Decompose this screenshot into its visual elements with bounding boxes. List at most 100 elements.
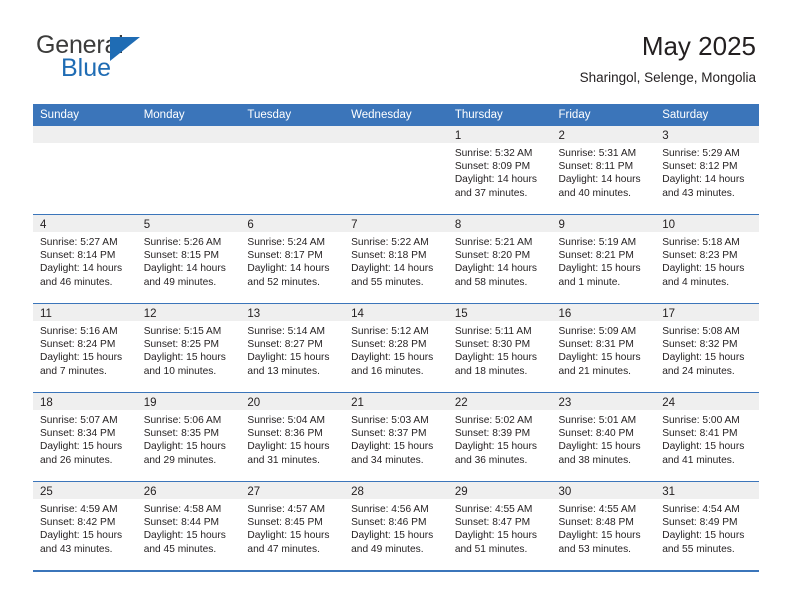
calendar-day-cell[interactable]: 15 Sunrise: 5:11 AM Sunset: 8:30 PM Dayligh… <box>447 303 552 393</box>
day-detail-line: Daylight: 15 hours <box>40 441 123 453</box>
calendar-day-cell[interactable]: 8 Sunrise: 5:21 AM Sunset: 8:20 PM Daylight… <box>447 214 552 304</box>
day-detail-line: Sunset: 8:42 PM <box>40 517 116 529</box>
day-detail-line: Daylight: 15 hours <box>662 352 745 364</box>
title-block: May 2025 Sharingol, Selenge, Mongolia <box>580 30 756 86</box>
day-detail-line: Sunrise: 5:18 AM <box>662 237 740 248</box>
day-detail-line: Daylight: 14 hours <box>454 263 537 275</box>
day-detail-line: Sunrise: 5:24 AM <box>247 237 325 248</box>
calendar-day-cell[interactable]: 31 Sunrise: 4:54 AM Sunset: 8:49 PM Dayligh… <box>655 481 759 570</box>
day-detail-line: Sunset: 8:47 PM <box>454 517 531 529</box>
day-number: 19 <box>136 393 241 410</box>
day-detail-line: Daylight: 15 hours <box>662 263 745 275</box>
day-details: Sunrise: 5:08 AM Sunset: 8:32 PM Daylight:… <box>655 321 759 378</box>
calendar-day-cell[interactable]: 22 Sunrise: 5:02 AM Sunset: 8:39 PM Dayligh… <box>447 392 552 482</box>
day-number: 26 <box>136 482 241 499</box>
day-detail-line: Daylight: 15 hours <box>40 530 123 542</box>
weekday-header-monday: Monday <box>136 104 241 126</box>
page-title: May 2025 <box>641 31 756 61</box>
day-detail-line: Sunrise: 4:58 AM <box>143 504 222 515</box>
day-number: 3 <box>655 126 759 143</box>
calendar-day-cell[interactable]: 23 Sunrise: 5:01 AM Sunset: 8:40 PM Dayligh… <box>551 392 656 482</box>
day-detail-line: Sunrise: 5:29 AM <box>662 148 740 159</box>
day-detail-line: Sunrise: 5:03 AM <box>351 415 429 426</box>
day-number: 28 <box>344 482 448 499</box>
calendar-day-cell[interactable]: 5 Sunrise: 5:26 AM Sunset: 8:15 PM Daylight… <box>136 214 241 304</box>
day-detail-line: and 18 minutes. <box>454 365 528 377</box>
day-detail-line: Daylight: 14 hours <box>143 263 226 275</box>
calendar-day-cell[interactable]: 11 Sunrise: 5:16 AM Sunset: 8:24 PM Dayligh… <box>33 303 137 393</box>
day-detail-line: and 51 minutes. <box>454 543 528 555</box>
calendar-day-cell[interactable]: 4 Sunrise: 5:27 AM Sunset: 8:14 PM Daylight… <box>33 214 137 304</box>
calendar-day-cell[interactable]: 9 Sunrise: 5:19 AM Sunset: 8:21 PM Daylight… <box>551 214 656 304</box>
calendar-day-cell-empty <box>344 126 448 215</box>
calendar-day-cell[interactable]: 20 Sunrise: 5:04 AM Sunset: 8:36 PM Dayligh… <box>240 392 345 482</box>
calendar-day-cell[interactable]: 17 Sunrise: 5:08 AM Sunset: 8:32 PM Dayligh… <box>655 303 759 393</box>
calendar-day-cell[interactable]: 7 Sunrise: 5:22 AM Sunset: 8:18 PM Daylight… <box>344 214 448 304</box>
calendar-day-cell[interactable]: 19 Sunrise: 5:06 AM Sunset: 8:35 PM Dayligh… <box>136 392 241 482</box>
day-number: 5 <box>136 215 241 232</box>
calendar-day-cell[interactable]: 26 Sunrise: 4:58 AM Sunset: 8:44 PM Dayligh… <box>136 481 241 570</box>
calendar-day-cell[interactable]: 30 Sunrise: 4:55 AM Sunset: 8:48 PM Dayligh… <box>551 481 656 570</box>
calendar-day-cell[interactable]: 2 Sunrise: 5:31 AM Sunset: 8:11 PM Daylight… <box>551 126 656 215</box>
day-detail-line: Daylight: 15 hours <box>558 441 641 453</box>
day-detail-line: Daylight: 14 hours <box>662 174 745 186</box>
day-detail-line: Daylight: 14 hours <box>40 263 123 275</box>
calendar-day-cell[interactable]: 27 Sunrise: 4:57 AM Sunset: 8:45 PM Dayligh… <box>240 481 345 570</box>
day-detail-line: and 26 minutes. <box>40 454 113 466</box>
calendar-day-cell[interactable]: 14 Sunrise: 5:12 AM Sunset: 8:28 PM Dayligh… <box>344 303 448 393</box>
calendar-day-cell[interactable]: 18 Sunrise: 5:07 AM Sunset: 8:34 PM Dayligh… <box>33 392 137 482</box>
day-detail-line: Sunrise: 5:07 AM <box>40 415 118 426</box>
day-detail-line: Sunrise: 5:26 AM <box>143 237 222 248</box>
day-number: 13 <box>240 304 345 321</box>
day-detail-line: Sunset: 8:15 PM <box>143 250 220 262</box>
day-detail-line: Sunset: 8:44 PM <box>143 517 220 529</box>
day-number <box>240 126 345 143</box>
day-detail-line: and 38 minutes. <box>558 454 632 466</box>
weekday-header-tuesday: Tuesday <box>240 104 345 126</box>
day-detail-line: and 13 minutes. <box>247 365 320 377</box>
calendar-day-cell[interactable]: 16 Sunrise: 5:09 AM Sunset: 8:31 PM Dayligh… <box>551 303 656 393</box>
weekday-header-thursday: Thursday <box>447 104 552 126</box>
calendar-day-cell[interactable]: 25 Sunrise: 4:59 AM Sunset: 8:42 PM Dayligh… <box>33 481 137 570</box>
day-number: 1 <box>447 126 552 143</box>
day-detail-line: Daylight: 15 hours <box>143 441 226 453</box>
day-detail-line: Daylight: 15 hours <box>558 352 641 364</box>
day-detail-line: Sunset: 8:39 PM <box>454 428 531 440</box>
day-detail-line: and 37 minutes. <box>454 187 528 199</box>
weekday-header-row: Sunday Monday Tuesday Wednesday Thursday… <box>33 104 759 126</box>
calendar-week-row: 25 Sunrise: 4:59 AM Sunset: 8:42 PM Dayligh… <box>33 481 759 570</box>
day-details: Sunrise: 5:12 AM Sunset: 8:28 PM Daylight:… <box>344 321 448 378</box>
calendar-day-cell[interactable]: 1 Sunrise: 5:32 AM Sunset: 8:09 PM Daylight… <box>447 126 552 215</box>
day-detail-line: and 43 minutes. <box>40 543 113 555</box>
day-number <box>33 126 137 143</box>
day-detail-line: Sunrise: 5:16 AM <box>40 326 118 337</box>
weekday-header-friday: Friday <box>551 104 656 126</box>
day-detail-line: Daylight: 15 hours <box>247 352 330 364</box>
calendar-day-cell[interactable]: 12 Sunrise: 5:15 AM Sunset: 8:25 PM Dayligh… <box>136 303 241 393</box>
day-detail-line: Daylight: 15 hours <box>247 530 330 542</box>
day-detail-line: Sunrise: 4:54 AM <box>662 504 740 515</box>
calendar-day-cell[interactable]: 21 Sunrise: 5:03 AM Sunset: 8:37 PM Dayligh… <box>344 392 448 482</box>
weekday-header-wednesday: Wednesday <box>344 104 448 126</box>
day-details: Sunrise: 4:55 AM Sunset: 8:48 PM Daylight:… <box>552 499 656 556</box>
day-number: 21 <box>344 393 448 410</box>
calendar-day-cell[interactable]: 6 Sunrise: 5:24 AM Sunset: 8:17 PM Daylight… <box>240 214 345 304</box>
day-details: Sunrise: 5:00 AM Sunset: 8:41 PM Daylight:… <box>655 410 759 467</box>
day-detail-line: Daylight: 15 hours <box>351 352 434 364</box>
day-details: Sunrise: 5:04 AM Sunset: 8:36 PM Daylight:… <box>240 410 344 467</box>
calendar-day-cell-empty <box>33 126 137 215</box>
calendar-day-cell[interactable]: 28 Sunrise: 4:56 AM Sunset: 8:46 PM Dayligh… <box>344 481 448 570</box>
day-detail-line: Daylight: 15 hours <box>247 441 330 453</box>
day-detail-line: Sunrise: 5:14 AM <box>247 326 325 337</box>
calendar-day-cell[interactable]: 24 Sunrise: 5:00 AM Sunset: 8:41 PM Dayligh… <box>655 392 759 482</box>
calendar-day-cell-empty <box>240 126 345 215</box>
day-detail-line: Sunrise: 5:09 AM <box>558 326 637 337</box>
triangle-logo-icon <box>110 37 140 61</box>
day-detail-line: Sunset: 8:32 PM <box>662 339 738 351</box>
calendar-week-row: 1 Sunrise: 5:32 AM Sunset: 8:09 PM Daylight… <box>33 126 759 215</box>
day-detail-line: Sunrise: 5:12 AM <box>351 326 429 337</box>
calendar-day-cell[interactable]: 29 Sunrise: 4:55 AM Sunset: 8:47 PM Dayligh… <box>447 481 552 570</box>
calendar-day-cell[interactable]: 13 Sunrise: 5:14 AM Sunset: 8:27 PM Dayligh… <box>240 303 345 393</box>
calendar-day-cell[interactable]: 10 Sunrise: 5:18 AM Sunset: 8:23 PM Dayligh… <box>655 214 759 304</box>
calendar-day-cell[interactable]: 3 Sunrise: 5:29 AM Sunset: 8:12 PM Daylight… <box>655 126 759 215</box>
